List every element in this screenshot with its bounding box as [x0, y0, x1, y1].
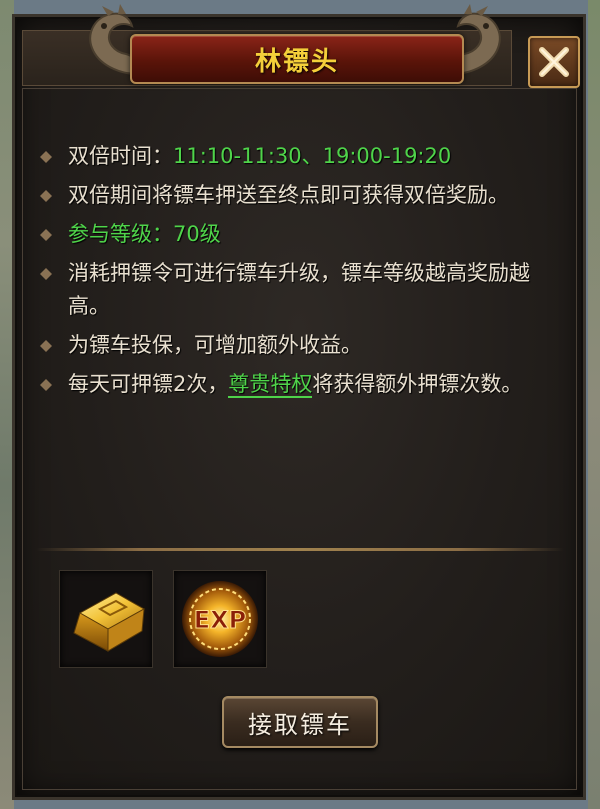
exp-orb-icon: EXP — [182, 581, 258, 657]
close-x-icon — [539, 47, 569, 77]
double-time-label: 双倍时间： — [68, 144, 173, 168]
section-divider — [36, 548, 564, 551]
list-item-upgrade: 消耗押镖令可进行镖车升级，镖车等级越高奖励越高。 — [36, 257, 556, 323]
daily-prefix-text: 每天可押镖2次， — [68, 372, 229, 396]
list-item-double-reward: 双倍期间将镖车押送至终点即可获得双倍奖励。 — [36, 179, 556, 212]
bullet-icon — [40, 379, 52, 391]
accept-escort-button[interactable]: 接取镖车 — [222, 696, 378, 748]
upgrade-text: 消耗押镖令可进行镖车升级，镖车等级越高奖励越高。 — [68, 261, 530, 318]
insure-text: 为镖车投保，可增加额外收益。 — [68, 333, 362, 357]
reward-slot-gold[interactable] — [59, 570, 153, 668]
list-item-insure: 为镖车投保，可增加额外收益。 — [36, 329, 556, 362]
list-item-daily-escorts: 每天可押镖2次，尊贵特权将获得额外押镖次数。 — [36, 368, 556, 401]
bullet-icon — [40, 340, 52, 352]
gold-ingot-icon — [73, 592, 146, 652]
dialog-title: 林镖头 — [254, 46, 339, 77]
bullet-icon — [40, 151, 52, 163]
privilege-link[interactable]: 尊贵特权 — [228, 372, 313, 398]
list-item-level-requirement: 参与等级：70级 — [36, 218, 556, 251]
bullet-icon — [40, 229, 52, 241]
bullet-icon — [40, 268, 52, 280]
list-item-double-time: 双倍时间：11:10-11:30、19:00-19:20 — [36, 140, 556, 173]
level-requirement-text: 参与等级：70级 — [68, 222, 221, 246]
close-button[interactable] — [528, 36, 580, 88]
exp-label: EXP — [194, 606, 247, 634]
info-list: 双倍时间：11:10-11:30、19:00-19:20 双倍期间将镖车押送至终… — [36, 140, 556, 407]
reward-slot-exp[interactable]: EXP — [173, 570, 267, 668]
background-right-edge — [588, 0, 600, 809]
double-time-value: 11:10-11:30、19:00-19:20 — [173, 144, 452, 168]
daily-suffix-text: 将获得额外押镖次数。 — [312, 372, 523, 396]
escort-dialog-panel — [12, 14, 586, 800]
double-reward-text: 双倍期间将镖车押送至终点即可获得双倍奖励。 — [68, 183, 509, 207]
bullet-icon — [40, 190, 52, 202]
